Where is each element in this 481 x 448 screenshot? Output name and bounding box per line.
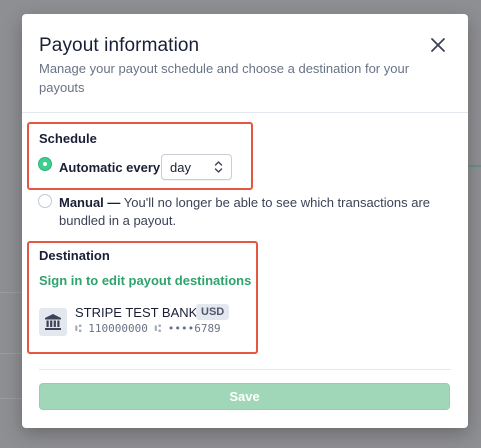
manual-radio[interactable] — [38, 194, 52, 208]
chevron-up-down-icon — [214, 161, 223, 173]
bank-name: STRIPE TEST BANK — [75, 305, 198, 320]
bank-icon — [45, 314, 61, 330]
bank-icon-wrapper — [39, 308, 67, 336]
payout-information-modal: Payout information Manage your payout sc… — [22, 14, 468, 428]
interval-select-value: day — [170, 160, 191, 175]
background-chart-line — [466, 165, 481, 167]
close-button[interactable] — [427, 34, 449, 56]
modal-header: Payout information Manage your payout sc… — [22, 14, 468, 113]
bank-account-numbers: ⑆ 110000000 ⑆ ••••6789 — [75, 322, 221, 335]
manual-label: Manual — — [59, 195, 121, 210]
background-divider — [0, 353, 22, 354]
manual-option[interactable]: Manual — You'll no longer be able to see… — [59, 194, 449, 230]
save-button[interactable]: Save — [39, 383, 450, 410]
routing-number: 110000000 — [88, 322, 148, 335]
modal-subtitle: Manage your payout schedule and choose a… — [39, 61, 410, 95]
footer-divider — [39, 369, 451, 370]
automatic-radio[interactable] — [38, 157, 52, 171]
edit-payout-destinations-link[interactable]: Sign in to edit payout destinations — [39, 273, 251, 288]
routing-symbol-icon: ⑆ — [147, 322, 168, 335]
destination-label: Destination — [39, 248, 110, 263]
background-divider — [0, 398, 22, 399]
modal-title: Payout information — [39, 35, 200, 56]
schedule-label: Schedule — [39, 131, 97, 146]
automatic-label[interactable]: Automatic every — [59, 160, 160, 175]
background-divider — [0, 292, 22, 293]
account-number-masked: ••••6789 — [167, 322, 221, 335]
currency-badge: USD — [196, 304, 230, 320]
interval-select[interactable]: day — [161, 154, 232, 180]
routing-symbol-icon: ⑆ — [75, 322, 89, 335]
close-icon — [431, 38, 445, 52]
